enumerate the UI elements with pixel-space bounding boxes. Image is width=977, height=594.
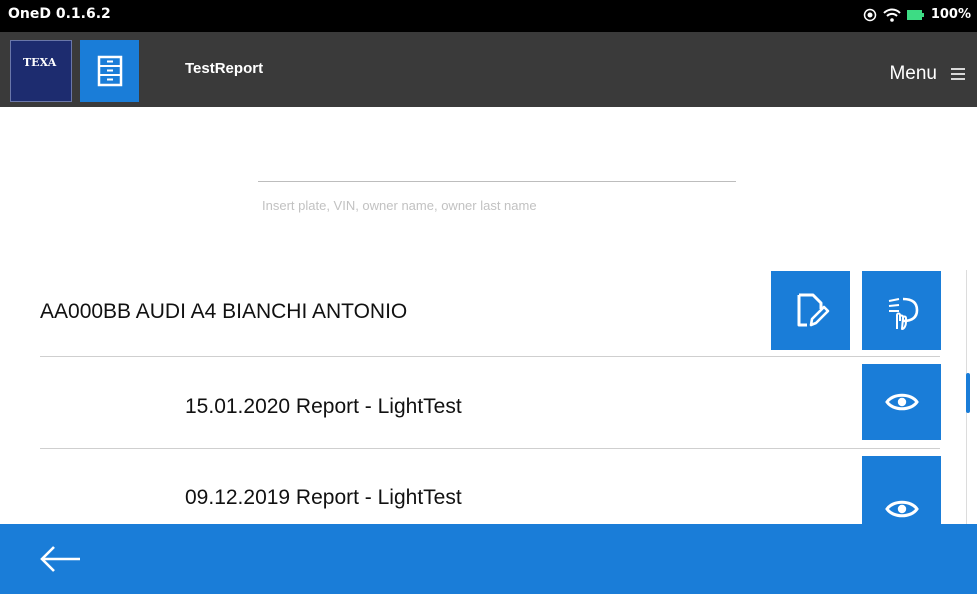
status-bar: OneD 0.1.6.2 100% (0, 0, 977, 32)
menu-label: Menu (889, 63, 937, 84)
page-title: TestReport (185, 60, 264, 77)
headlight-hand-icon (888, 297, 918, 330)
back-button[interactable] (38, 544, 82, 574)
row-divider (40, 448, 940, 449)
bottom-bar (0, 524, 977, 594)
view-report-button[interactable] (862, 456, 941, 524)
vehicle-label: AA000BB AUDI A4 BIANCHI ANTONIO (40, 300, 408, 323)
app-version: OneD 0.1.6.2 (8, 6, 111, 22)
document-edit-icon (797, 293, 829, 326)
scrollbar-thumb[interactable] (966, 373, 970, 413)
search-input[interactable] (258, 192, 736, 218)
row-divider (40, 356, 940, 357)
new-report-button[interactable] (771, 271, 850, 350)
eye-icon (884, 393, 919, 411)
light-test-button[interactable] (862, 271, 941, 350)
logo-text: TEXA (23, 56, 57, 69)
report-label: 15.01.2020 Report - LightTest (185, 395, 462, 418)
report-label: 09.12.2019 Report - LightTest (185, 486, 462, 509)
status-icons: 100% (863, 7, 971, 22)
location-icon (863, 8, 877, 21)
wifi-icon (883, 8, 901, 22)
battery-level: 100% (930, 7, 971, 22)
eye-icon (884, 500, 919, 518)
view-report-button[interactable] (862, 364, 941, 440)
report-archive-button[interactable] (80, 40, 139, 102)
cabinet-icon (97, 55, 122, 87)
arrow-left-icon (40, 546, 80, 572)
battery-icon (906, 9, 924, 20)
vehicle-row[interactable]: AA000BB AUDI A4 BIANCHI ANTONIO (40, 270, 941, 356)
menu-button[interactable]: Menu (889, 63, 965, 85)
search-underline (258, 181, 736, 182)
texa-logo: TEXA (10, 40, 72, 102)
hamburger-icon (951, 68, 965, 80)
top-app-bar: TEXA (0, 32, 977, 107)
